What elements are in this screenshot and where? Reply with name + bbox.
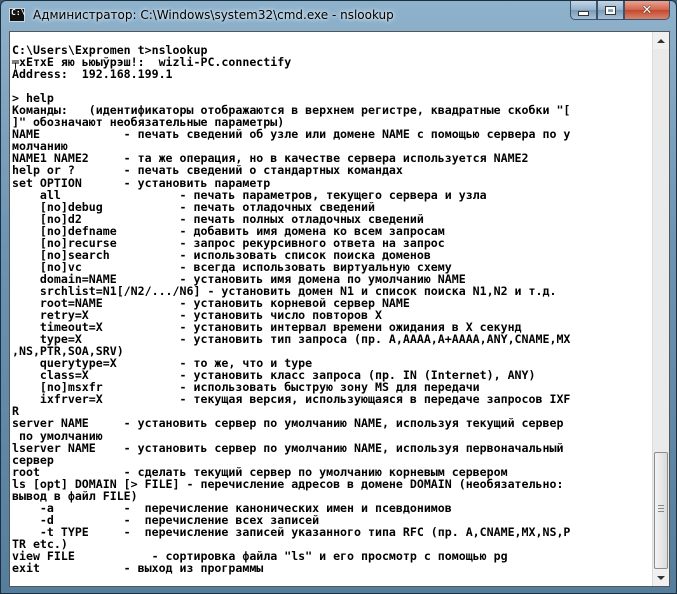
console-line: [no]d2 - печать полных отладочных сведен…: [12, 211, 424, 226]
title-bar[interactable]: C:\ Администратор: C:\Windows\system32\c…: [1, 1, 676, 31]
console-line: NAME - печать сведений об узле или домен…: [12, 127, 571, 142]
console-text: C:\Users\Expromen t>nslookup ╤xEтxE яю ью…: [10, 32, 653, 574]
cmd-app-icon[interactable]: C:\: [9, 8, 25, 22]
console-line: set OPTION - установить параметр: [12, 175, 271, 190]
console-line: [no]defname - добавить имя домена ко все…: [12, 223, 445, 238]
vertical-scrollbar[interactable]: [652, 32, 669, 586]
console-client-area: C:\Users\Expromen t>nslookup ╤xEтxE яю ью…: [9, 31, 670, 587]
grip-line-icon: [658, 508, 664, 509]
console-line: ls [opt] DOMAIN [> FILE] - перечисление …: [12, 476, 564, 491]
grip-line-icon: [658, 511, 664, 512]
arrow-up-icon: [657, 38, 665, 43]
console-line: [no]recurse - запрос рекурсивного ответа…: [12, 235, 445, 250]
console-line: server NAME - установить сервер по умолч…: [12, 416, 564, 431]
app-icon-label: C:\: [11, 8, 26, 17]
console-line: -t TYPE - перечисление записей указанног…: [12, 524, 571, 539]
window-controls: ✕: [570, 1, 670, 21]
minimize-icon: [578, 10, 589, 16]
maximize-icon: [605, 5, 616, 15]
console-line: exit - выход из программы: [12, 561, 264, 576]
console-line: ixfrver=X - текущая версия, использующая…: [12, 392, 571, 407]
scroll-thumb[interactable]: [654, 452, 668, 569]
console-line: lserver NAME - установить сервер по умол…: [12, 440, 564, 455]
console-line: по умолчанию: [12, 428, 103, 443]
console-line: all - печать параметров, текущего сервер…: [12, 187, 487, 202]
minimize-button[interactable]: [570, 1, 597, 20]
console-line: [no]debug - печать отладочных сведений: [12, 199, 375, 214]
console-line: help or ? - печать сведений о стандартны…: [12, 163, 403, 178]
console-line: root - сделать текущий сервер по умолчан…: [12, 464, 508, 479]
console-line: сервер: [12, 452, 54, 467]
close-button[interactable]: ✕: [624, 1, 670, 20]
scroll-down-button[interactable]: [653, 569, 669, 586]
arrow-down-icon: [657, 575, 665, 580]
close-icon: ✕: [641, 2, 653, 18]
maximize-button[interactable]: [597, 1, 624, 20]
window-title: Администратор: C:\Windows\system32\cmd.e…: [33, 8, 394, 22]
cmd-window: C:\ Администратор: C:\Windows\system32\c…: [0, 0, 677, 594]
scroll-up-button[interactable]: [653, 32, 669, 49]
console-line: вывод в файл FILE): [12, 488, 138, 503]
grip-line-icon: [658, 505, 664, 506]
console-output[interactable]: C:\Users\Expromen t>nslookup ╤xEтxE яю ью…: [10, 32, 653, 586]
console-line: Address: 192.168.199.1: [12, 67, 173, 82]
